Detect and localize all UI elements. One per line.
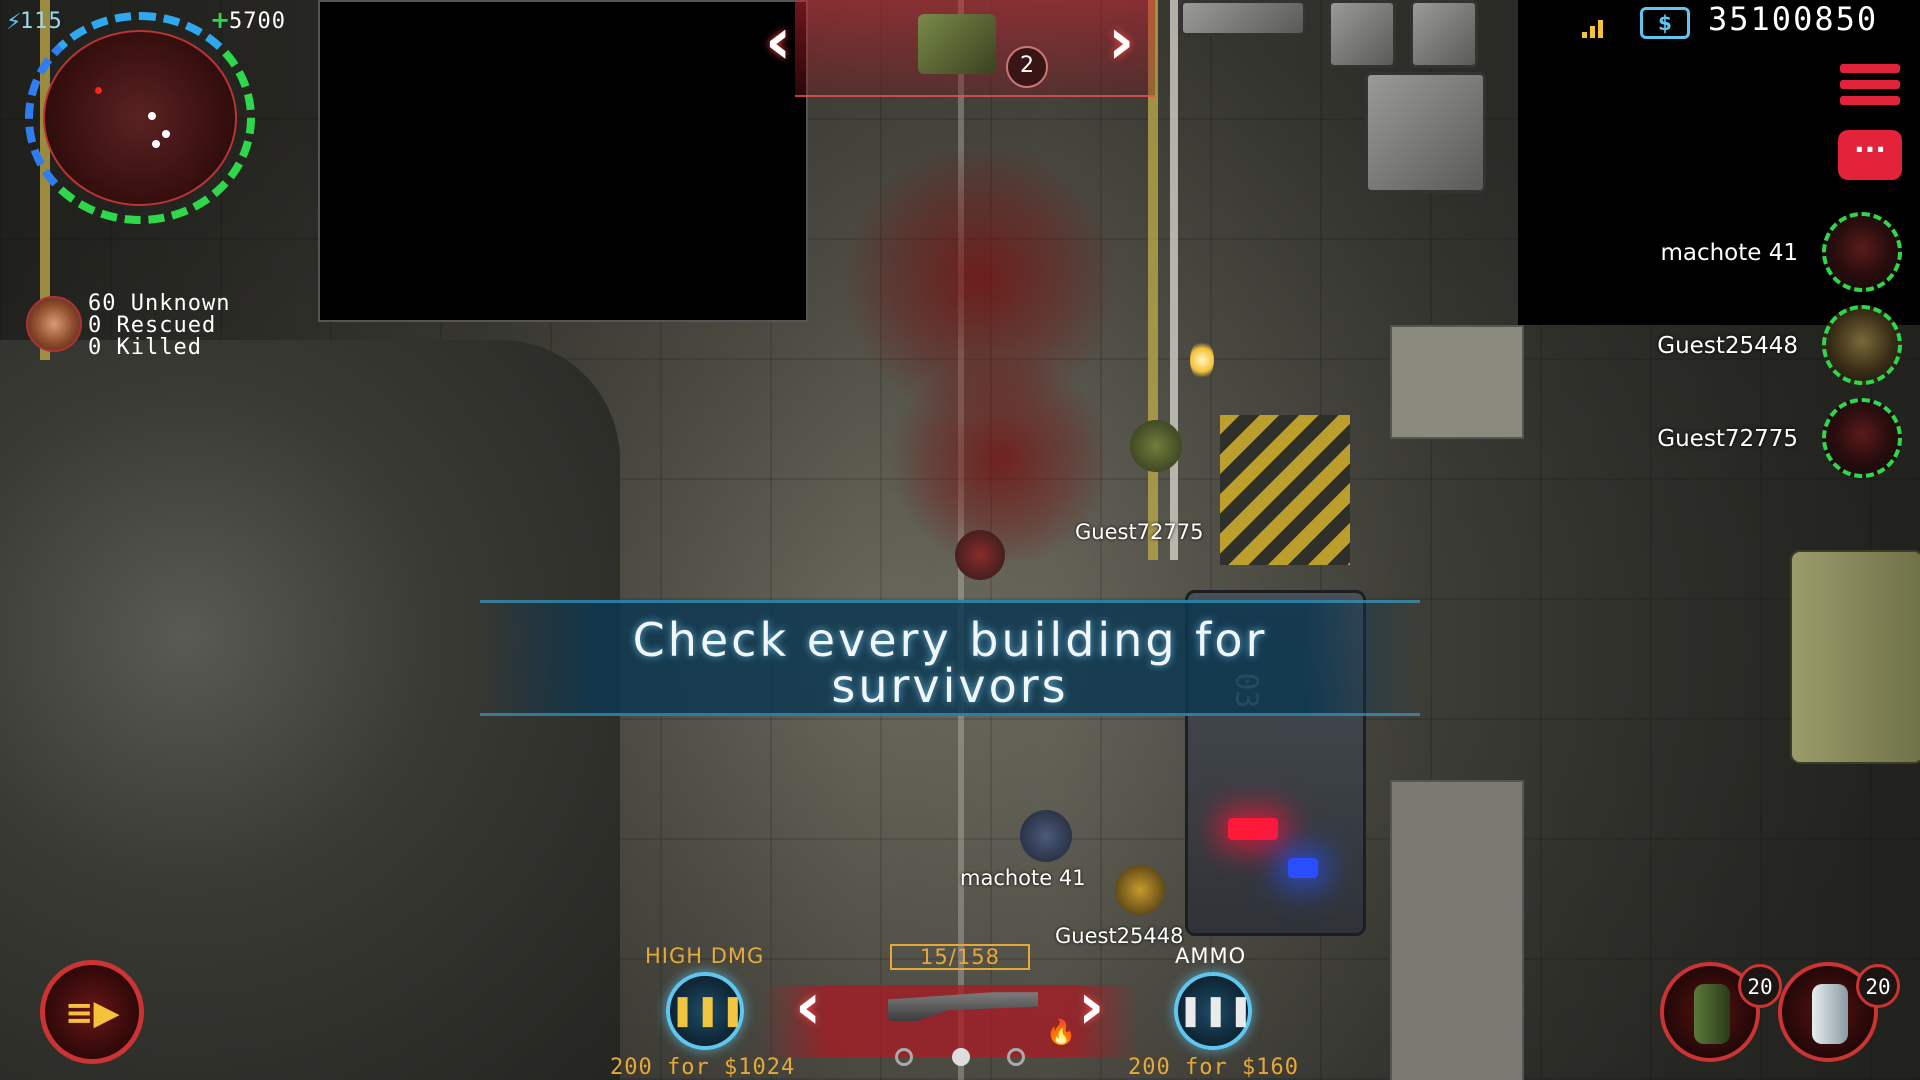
objective-line-2: survivors <box>831 659 1069 713</box>
special-ability-button[interactable]: ≡▶ <box>40 960 144 1064</box>
high-dmg-label: HIGH DMG <box>645 944 765 968</box>
bullets-icon: ❚❚❚ <box>670 993 746 1028</box>
weapon-page-dot[interactable] <box>895 1048 913 1066</box>
prev-selector-arrow[interactable]: ‹ <box>765 10 791 74</box>
parked-truck <box>1790 550 1920 764</box>
minimap-enemy-dot <box>95 87 102 94</box>
weapon-page-dot-active[interactable] <box>952 1048 970 1066</box>
sidewalk-block <box>1390 325 1524 439</box>
ammo-label: AMMO <box>1175 944 1247 968</box>
weapon-page-dot[interactable] <box>1007 1048 1025 1066</box>
player-label-machote: machote 41 <box>960 866 1086 890</box>
chat-icon[interactable]: ··· <box>1838 130 1902 180</box>
minimap-player-dot <box>162 130 170 138</box>
siren-blue-light <box>1288 858 1318 878</box>
team-member-name: Guest72775 <box>1657 426 1798 452</box>
prev-weapon-arrow[interactable]: ‹ <box>795 975 821 1039</box>
soldier-character <box>1130 420 1182 472</box>
team-member-name: Guest25448 <box>1657 333 1798 359</box>
soldier-character <box>1115 865 1165 915</box>
health-score: 5700 <box>229 9 286 34</box>
minimap-player-dot <box>148 112 156 120</box>
minimap-player-dot <box>152 140 160 148</box>
energy-value: 115 <box>20 9 63 34</box>
grenade-icon <box>1694 984 1730 1044</box>
minimap[interactable] <box>25 12 255 224</box>
fire-icon: 🔥 <box>1046 1018 1076 1046</box>
muzzle-flash <box>1190 340 1214 380</box>
ammo-counter: 15/158 <box>920 945 1000 969</box>
ammo-counter-box: 15/158 <box>890 944 1030 970</box>
menu-line <box>1840 80 1900 89</box>
minimap-disc <box>43 30 237 206</box>
signal-bar <box>1590 26 1595 38</box>
player-label-guest25448: Guest25448 <box>1055 924 1184 948</box>
team-member-avatar[interactable] <box>1822 398 1902 478</box>
money-counter: 35100850 <box>1708 0 1879 38</box>
signal-icon <box>1582 18 1608 38</box>
game-viewport[interactable]: 03 Guest72775 machote 41 Guest25448 ⚡ 11… <box>0 0 1920 1080</box>
health-plus-icon: + <box>210 6 231 34</box>
next-selector-arrow[interactable]: › <box>1108 10 1134 74</box>
sidewalk-block <box>1390 780 1524 1080</box>
road-line <box>1170 0 1178 560</box>
siren-red-light <box>1228 818 1278 840</box>
ammo-buy-button[interactable]: ❚❚❚ <box>1174 972 1254 1050</box>
bullets-icon: ❚❚❚ <box>1178 993 1254 1028</box>
menu-line <box>1840 64 1900 73</box>
high-dmg-ammo-button[interactable]: ❚❚❚ <box>666 972 746 1050</box>
turret-icon <box>918 14 996 74</box>
money-icon: $ <box>1640 7 1690 39</box>
signal-bar <box>1582 32 1587 38</box>
signal-bar <box>1598 20 1603 38</box>
survivors-killed: 0 Killed <box>88 335 202 360</box>
team-member-avatar[interactable] <box>1822 305 1902 385</box>
building-roof-dark <box>318 0 808 322</box>
hazard-stripes <box>1220 415 1350 565</box>
crate <box>1180 0 1306 36</box>
ammo-price: 200 for $160 <box>1128 1055 1299 1080</box>
objective-banner: Check every building for survivors <box>480 600 1420 716</box>
freeze-grenade-count: 20 <box>1856 964 1900 1008</box>
soldier-character <box>955 530 1005 580</box>
crate <box>1328 0 1396 68</box>
grenade-count: 20 <box>1738 964 1782 1008</box>
crate <box>1410 0 1478 68</box>
survivor-avatar <box>26 296 82 352</box>
crate <box>1365 72 1486 193</box>
soldier-character <box>1020 810 1072 862</box>
high-dmg-price: 200 for $1024 <box>610 1055 796 1080</box>
selector-count-badge: 2 <box>1006 46 1048 88</box>
speed-icon: ≡▶ <box>65 993 120 1033</box>
team-member-avatar[interactable] <box>1822 212 1902 292</box>
next-weapon-arrow[interactable]: › <box>1078 975 1104 1039</box>
menu-icon[interactable] <box>1840 60 1900 108</box>
menu-line <box>1840 96 1900 105</box>
player-label-guest72775: Guest72775 <box>1075 520 1204 544</box>
freeze-grenade-icon <box>1812 984 1848 1044</box>
team-member-name: machote 41 <box>1660 240 1798 266</box>
